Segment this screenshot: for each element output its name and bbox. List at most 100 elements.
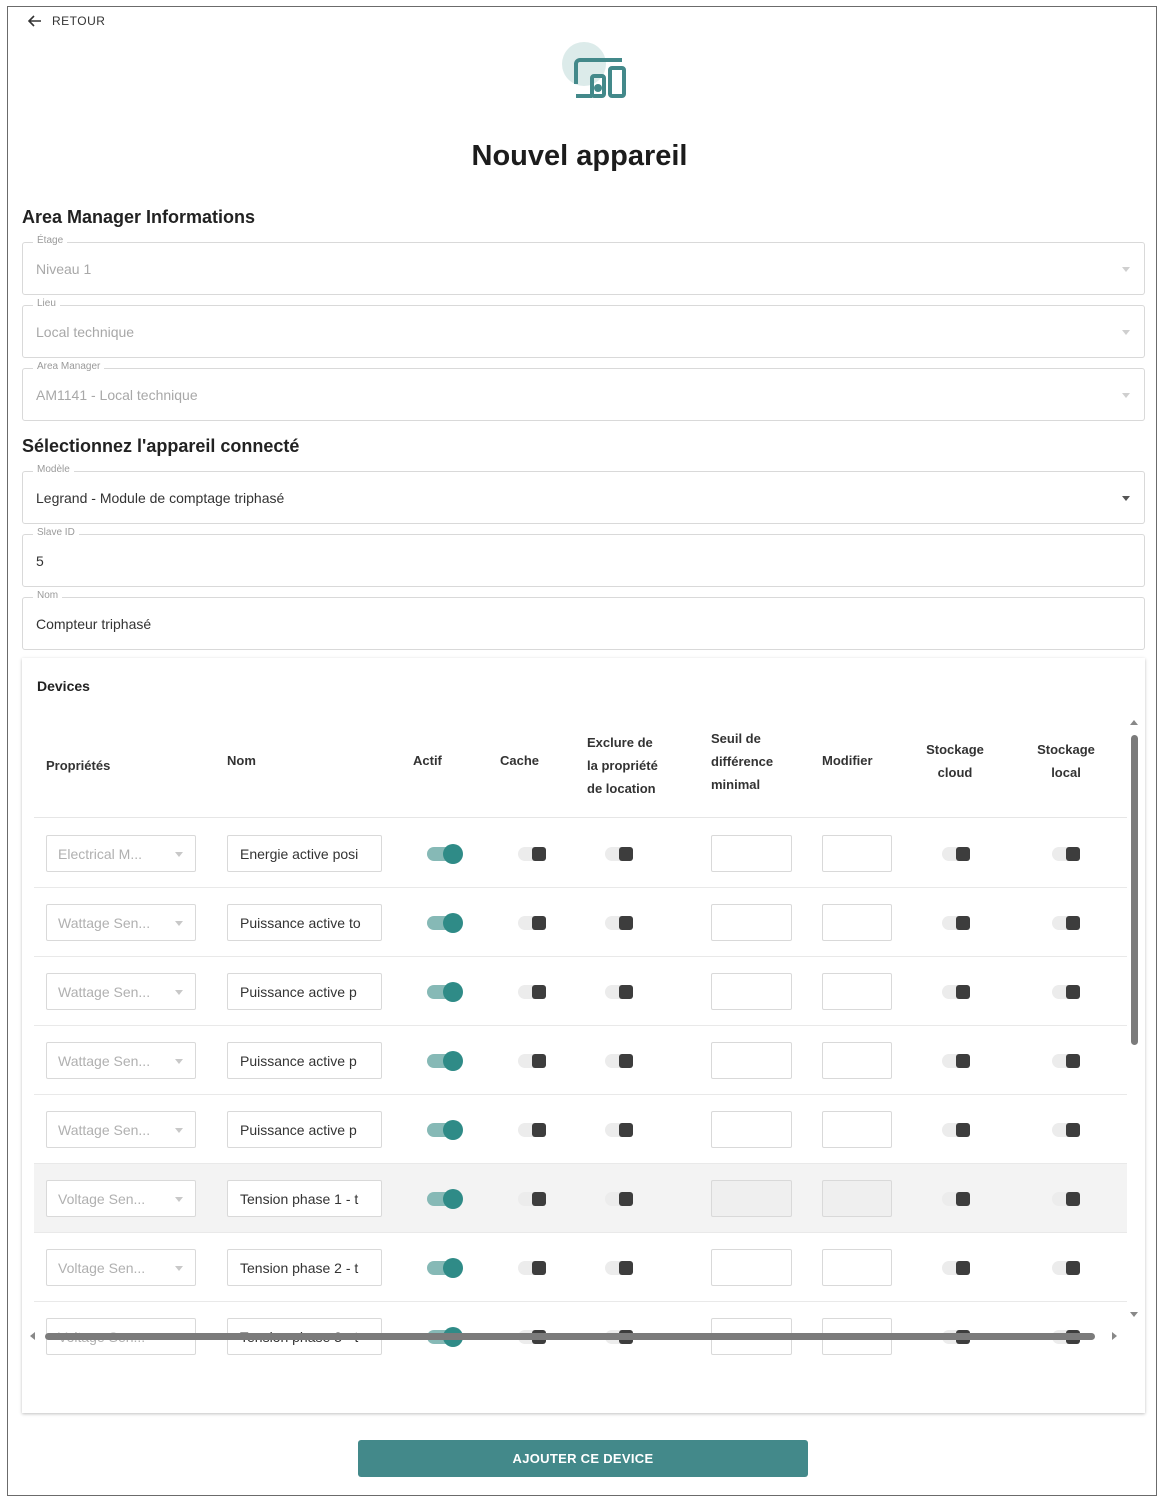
- device-name-input[interactable]: Energie active posi: [227, 835, 382, 872]
- toggle-knob: [532, 847, 546, 861]
- modifier-input[interactable]: [822, 973, 892, 1010]
- property-select[interactable]: Wattage Sen...: [46, 904, 196, 941]
- scroll-right-icon[interactable]: [1112, 1332, 1117, 1340]
- device-name-input[interactable]: Tension phase 1 - t: [227, 1180, 382, 1217]
- active-toggle[interactable]: [427, 913, 463, 933]
- device-name-input[interactable]: Tension phase 2 - t: [227, 1249, 382, 1286]
- cloud-storage-toggle[interactable]: [936, 913, 972, 933]
- device-name-input[interactable]: Puissance active to: [227, 904, 382, 941]
- col-threshold-line: différence: [711, 754, 774, 769]
- active-toggle[interactable]: [427, 1120, 463, 1140]
- property-select[interactable]: Voltage Sen...: [46, 1180, 196, 1217]
- scroll-left-icon[interactable]: [30, 1332, 35, 1340]
- cloud-storage-toggle[interactable]: [936, 1051, 972, 1071]
- model-select[interactable]: Modèle Legrand - Module de comptage trip…: [22, 464, 1145, 524]
- toggle-knob: [619, 916, 633, 930]
- cloud-storage-toggle[interactable]: [936, 1258, 972, 1278]
- device-name-input[interactable]: Puissance active p: [227, 1111, 382, 1148]
- modifier-input[interactable]: [822, 1111, 892, 1148]
- cache-toggle[interactable]: [512, 982, 548, 1002]
- area-manager-select[interactable]: Area Manager AM1141 - Local technique: [22, 361, 1145, 421]
- cache-toggle[interactable]: [512, 1051, 548, 1071]
- toggle-knob: [619, 1054, 633, 1068]
- property-select[interactable]: Voltage Sen...: [46, 1249, 196, 1286]
- floor-label: Étage: [33, 235, 68, 246]
- cloud-storage-toggle[interactable]: [936, 844, 972, 864]
- name-field[interactable]: Nom Compteur triphasé: [22, 590, 1145, 650]
- property-select[interactable]: Electrical M...: [46, 835, 196, 872]
- toggle-knob: [443, 1189, 463, 1209]
- property-value: Wattage Sen...: [58, 1122, 151, 1138]
- modifier-input[interactable]: [822, 835, 892, 872]
- floor-select[interactable]: Étage Niveau 1: [22, 235, 1145, 295]
- cache-toggle[interactable]: [512, 1120, 548, 1140]
- scroll-up-icon[interactable]: [1130, 720, 1138, 725]
- scroll-down-icon[interactable]: [1130, 1312, 1138, 1317]
- exclude-toggle[interactable]: [599, 982, 635, 1002]
- property-select[interactable]: Wattage Sen...: [46, 1111, 196, 1148]
- local-storage-toggle[interactable]: [1046, 1189, 1082, 1209]
- threshold-input[interactable]: [711, 1249, 792, 1286]
- active-toggle[interactable]: [427, 1051, 463, 1071]
- modifier-input[interactable]: [822, 1042, 892, 1079]
- local-storage-toggle[interactable]: [1046, 1258, 1082, 1278]
- local-storage-toggle[interactable]: [1046, 913, 1082, 933]
- threshold-input[interactable]: [711, 1042, 792, 1079]
- slave-id-value: 5: [36, 553, 44, 569]
- modifier-input[interactable]: [822, 904, 892, 941]
- active-toggle[interactable]: [427, 982, 463, 1002]
- exclude-toggle[interactable]: [599, 913, 635, 933]
- vertical-scrollbar[interactable]: [1130, 720, 1138, 1320]
- toggle-knob: [956, 1261, 970, 1275]
- exclude-toggle[interactable]: [599, 844, 635, 864]
- local-storage-toggle[interactable]: [1046, 844, 1082, 864]
- local-storage-toggle[interactable]: [1046, 1120, 1082, 1140]
- device-name-value: Energie active posi: [240, 846, 359, 862]
- slave-id-field[interactable]: Slave ID 5: [22, 527, 1145, 587]
- toggle-knob: [443, 844, 463, 864]
- exclude-toggle[interactable]: [599, 1258, 635, 1278]
- horizontal-scroll-thumb[interactable]: [45, 1333, 1095, 1340]
- property-select[interactable]: Wattage Sen...: [46, 973, 196, 1010]
- device-name-input[interactable]: Puissance active p: [227, 1042, 382, 1079]
- cloud-storage-toggle[interactable]: [936, 982, 972, 1002]
- vertical-scroll-thumb[interactable]: [1131, 735, 1138, 1045]
- col-exclude-line: Exclure de: [587, 735, 653, 750]
- location-select[interactable]: Lieu Local technique: [22, 298, 1145, 358]
- property-select[interactable]: Wattage Sen...: [46, 1042, 196, 1079]
- active-toggle[interactable]: [427, 844, 463, 864]
- chevron-down-icon: [175, 852, 183, 857]
- active-toggle[interactable]: [427, 1258, 463, 1278]
- active-toggle[interactable]: [427, 1189, 463, 1209]
- add-device-button[interactable]: AJOUTER CE DEVICE: [358, 1440, 808, 1477]
- toggle-knob: [1066, 916, 1080, 930]
- device-name-input[interactable]: Puissance active p: [227, 973, 382, 1010]
- back-button[interactable]: RETOUR: [28, 14, 105, 28]
- modifier-input[interactable]: [822, 1180, 892, 1217]
- exclude-toggle[interactable]: [599, 1051, 635, 1071]
- cache-toggle[interactable]: [512, 1189, 548, 1209]
- modifier-input[interactable]: [822, 1249, 892, 1286]
- cache-toggle[interactable]: [512, 913, 548, 933]
- toggle-knob: [1066, 1192, 1080, 1206]
- toggle-knob: [1066, 1261, 1080, 1275]
- cloud-storage-toggle[interactable]: [936, 1189, 972, 1209]
- threshold-input[interactable]: [711, 904, 792, 941]
- toggle-knob: [532, 1123, 546, 1137]
- horizontal-scrollbar[interactable]: [30, 1331, 1120, 1341]
- threshold-input[interactable]: [711, 835, 792, 872]
- chevron-down-icon: [175, 1197, 183, 1202]
- cache-toggle[interactable]: [512, 1258, 548, 1278]
- local-storage-toggle[interactable]: [1046, 982, 1082, 1002]
- threshold-input[interactable]: [711, 973, 792, 1010]
- cache-toggle[interactable]: [512, 844, 548, 864]
- cloud-storage-toggle[interactable]: [936, 1120, 972, 1140]
- threshold-input[interactable]: [711, 1111, 792, 1148]
- exclude-toggle[interactable]: [599, 1189, 635, 1209]
- local-storage-toggle[interactable]: [1046, 1051, 1082, 1071]
- exclude-toggle[interactable]: [599, 1120, 635, 1140]
- page-title: Nouvel appareil: [471, 140, 688, 172]
- threshold-input[interactable]: [711, 1180, 792, 1217]
- table-row: Voltage Sen... Tension phase 1 - t: [34, 1164, 1127, 1233]
- col-exclude-line: de location: [587, 781, 656, 796]
